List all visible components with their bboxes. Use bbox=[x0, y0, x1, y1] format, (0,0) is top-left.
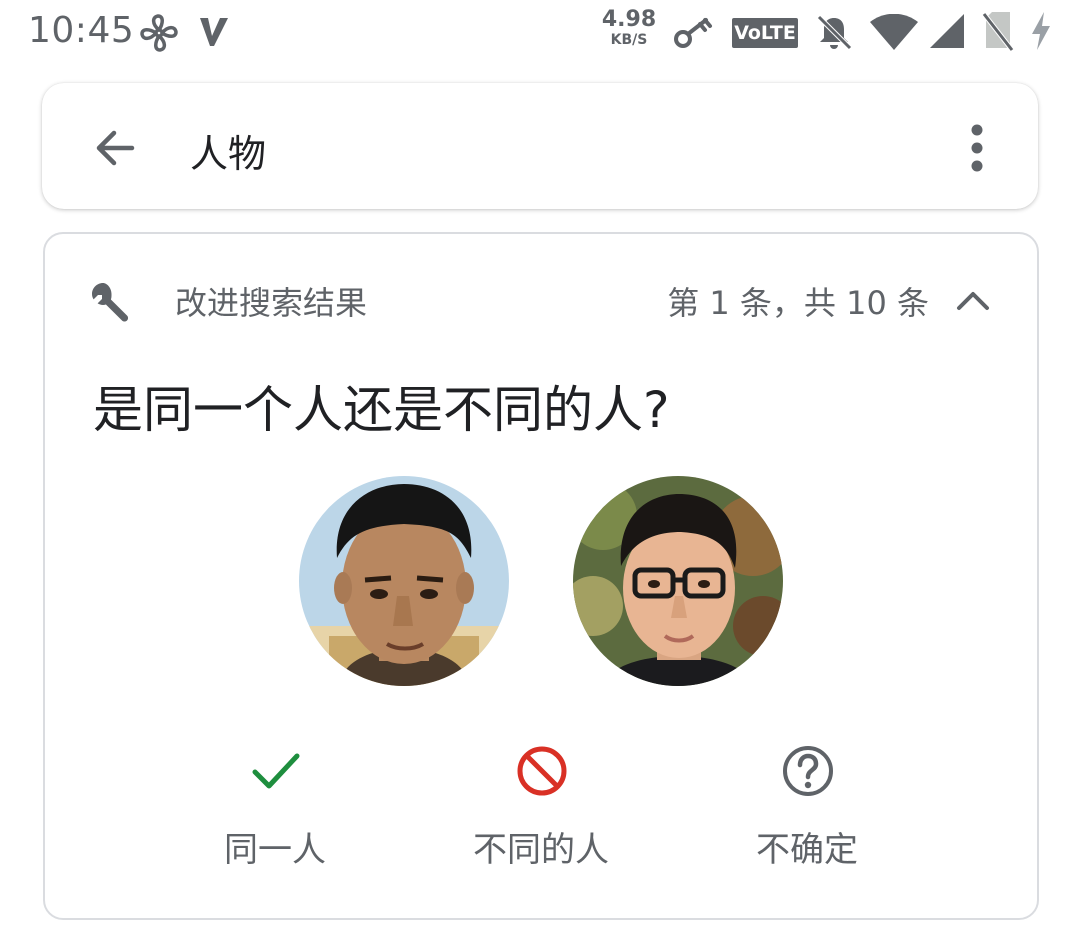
v-app-icon bbox=[200, 18, 228, 46]
face-photo-2 bbox=[573, 476, 783, 686]
no-sim-icon bbox=[982, 12, 1014, 52]
arrow-back-icon[interactable] bbox=[90, 123, 140, 173]
check-icon bbox=[252, 753, 300, 789]
status-time: 10:45 bbox=[28, 10, 135, 51]
different-person-label: 不同的人 bbox=[473, 830, 609, 870]
volte-icon: VoLTE bbox=[732, 18, 798, 48]
page-title: 人物 bbox=[190, 132, 267, 176]
status-bar: 10:45 4.98 KB/S VoLTE bbox=[0, 0, 1080, 64]
net-speed-unit: KB/S bbox=[610, 32, 648, 48]
signal-icon bbox=[930, 14, 964, 48]
not-sure-button[interactable]: 不确定 bbox=[697, 734, 917, 874]
card-header-label: 改进搜索结果 bbox=[175, 284, 368, 322]
block-icon bbox=[517, 746, 567, 796]
chevron-up-icon[interactable] bbox=[955, 284, 991, 314]
same-person-button[interactable]: 同一人 bbox=[165, 734, 385, 874]
different-person-button[interactable]: 不同的人 bbox=[431, 734, 651, 874]
more-vert-icon[interactable] bbox=[952, 121, 1002, 175]
app-bar: 人物 bbox=[42, 83, 1038, 209]
fan-icon bbox=[140, 14, 178, 52]
net-speed-value: 4.98 bbox=[601, 7, 657, 32]
help-circle-icon bbox=[783, 746, 833, 796]
improve-results-card: 改进搜索结果 第 1 条，共 10 条 是同一个人还是不同的人? 同一人 不同的… bbox=[43, 232, 1039, 920]
net-speed: 4.98 KB/S bbox=[600, 7, 658, 49]
wifi-icon bbox=[870, 14, 918, 50]
mute-icon bbox=[817, 15, 852, 50]
face-photo-1 bbox=[299, 476, 509, 686]
charging-icon bbox=[1032, 12, 1050, 50]
question-title: 是同一个人还是不同的人? bbox=[93, 381, 670, 439]
same-person-label: 同一人 bbox=[224, 830, 326, 870]
not-sure-label: 不确定 bbox=[756, 830, 858, 870]
wrench-icon bbox=[92, 283, 129, 322]
item-counter: 第 1 条，共 10 条 bbox=[667, 284, 929, 322]
vpn-key-icon bbox=[674, 18, 712, 48]
